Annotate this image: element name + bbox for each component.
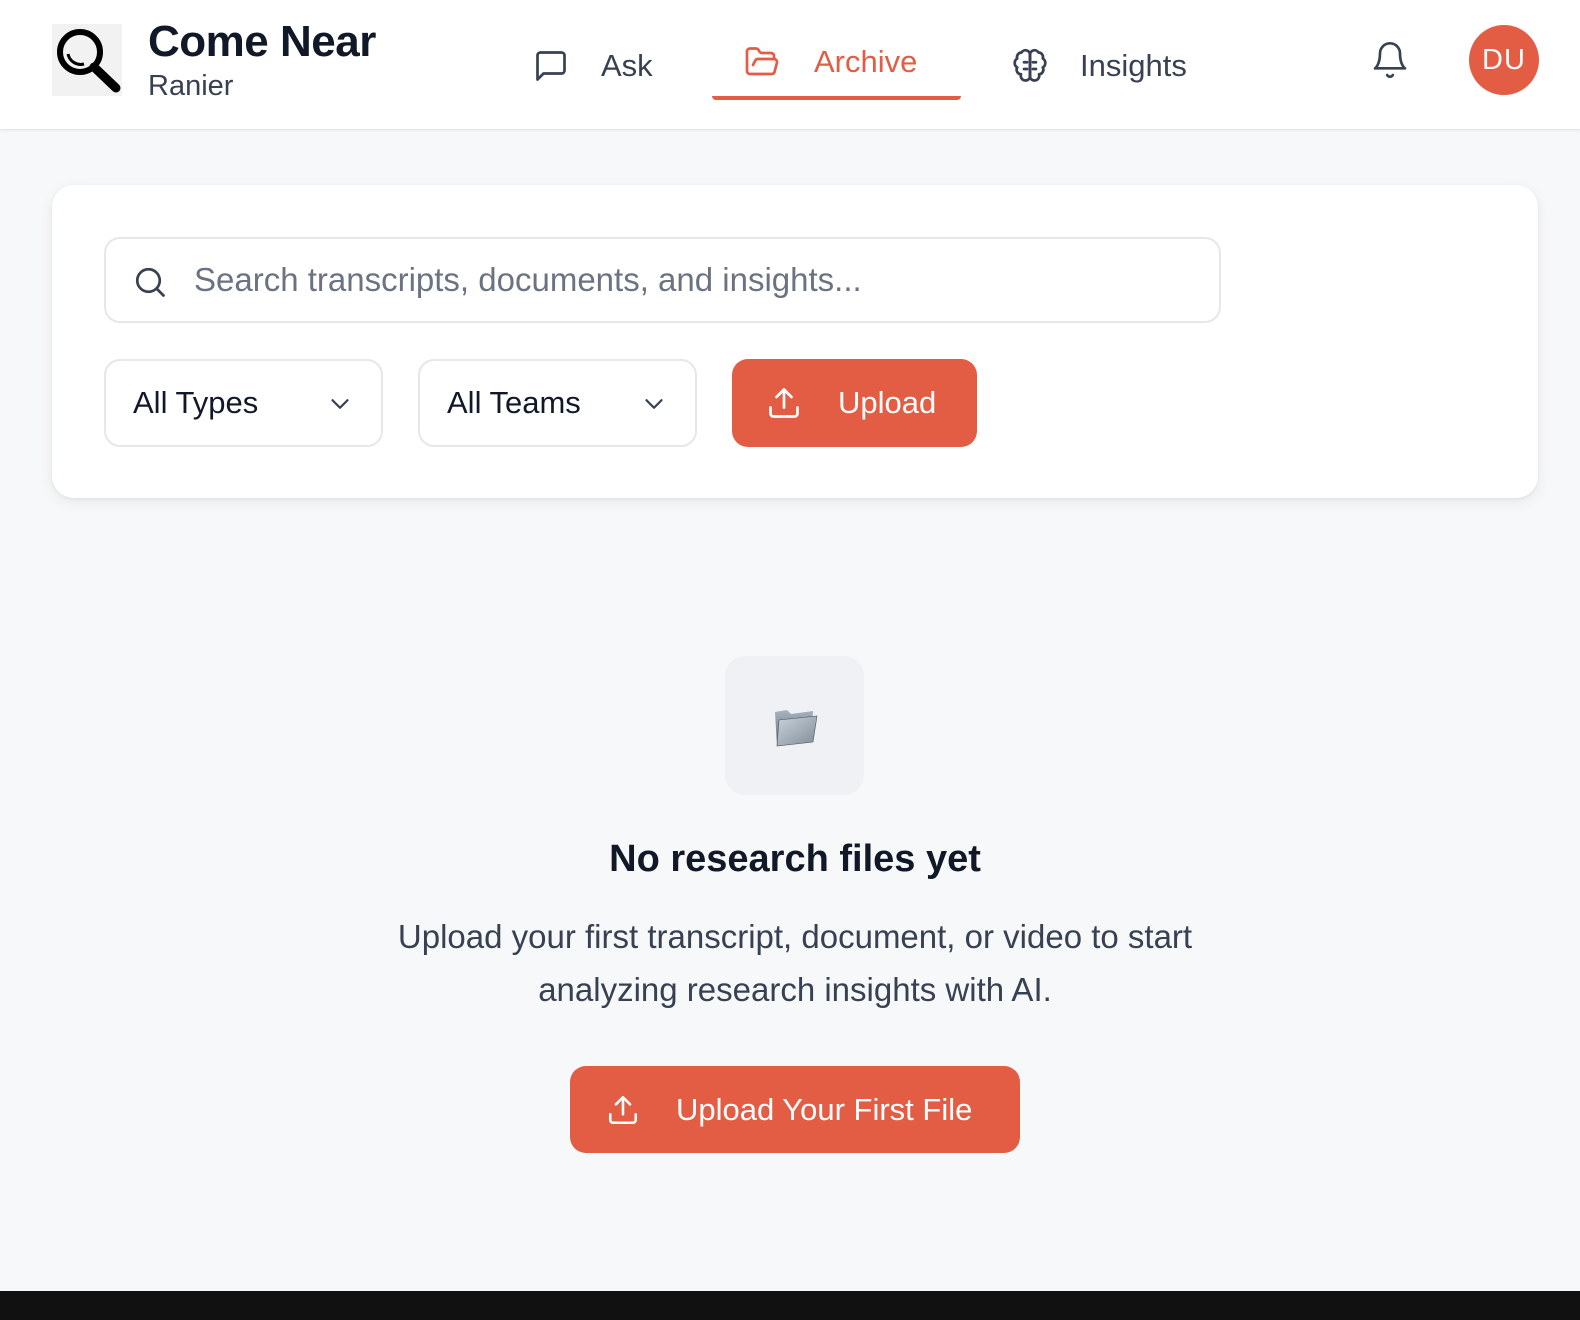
upload-icon (769, 388, 799, 418)
upload-first-file-button[interactable]: Upload Your First File (570, 1066, 1020, 1153)
nav-tab-ask-label: Ask (601, 48, 653, 83)
top-header: Come Near Ranier Ask Archive Insights DU (0, 0, 1580, 130)
brain-icon (1013, 48, 1047, 82)
team-filter-select[interactable]: All Teams (418, 359, 697, 447)
search-filter-card: All Types All Teams Upload (52, 185, 1538, 498)
upload-first-file-label: Upload Your First File (676, 1091, 973, 1127)
type-filter-value: All Types (133, 385, 259, 420)
bottom-edge-bar (0, 1291, 1580, 1320)
empty-state-title: No research files yet (609, 838, 981, 880)
user-avatar[interactable]: DU (1469, 25, 1539, 95)
upload-button[interactable]: Upload (732, 359, 977, 447)
search-icon (135, 267, 165, 297)
empty-state-description-line-2: analyzing research insights with AI. (538, 971, 1052, 1008)
bell-icon[interactable] (1370, 40, 1410, 80)
archive-page: Come Near Ranier Ask Archive Insights DU… (0, 0, 1580, 1320)
folder-open-icon (745, 47, 779, 76)
folder-emoji-icon (774, 709, 817, 746)
search-input[interactable] (106, 239, 1219, 321)
nav-tab-insights-label: Insights (1080, 48, 1187, 83)
workspace-name: Ranier (148, 70, 234, 102)
nav-tab-ask[interactable]: Ask (533, 30, 653, 102)
message-square-icon (536, 51, 566, 81)
search-box (104, 237, 1221, 323)
team-filter-value: All Teams (447, 385, 581, 420)
empty-state-description-line-1: Upload your first transcript, document, … (397, 918, 1193, 955)
magnifier-logo-icon (52, 24, 122, 96)
empty-state-icon-container (725, 656, 864, 795)
upload-icon (608, 1095, 638, 1124)
brand-text: Come Near Ranier (148, 18, 376, 104)
nav-tab-archive[interactable]: Archive (712, 26, 961, 100)
empty-state-description: Upload your first transcript, document, … (320, 910, 1270, 1016)
app-title: Come Near (148, 17, 376, 66)
nav-tab-archive-label: Archive (814, 44, 918, 79)
type-filter-select[interactable]: All Types (104, 359, 383, 447)
upload-button-label: Upload (838, 385, 937, 420)
nav-tab-insights[interactable]: Insights (1012, 30, 1187, 102)
brand[interactable]: Come Near Ranier (52, 18, 376, 102)
chevron-down-icon (645, 399, 663, 409)
chevron-down-icon (331, 399, 349, 409)
